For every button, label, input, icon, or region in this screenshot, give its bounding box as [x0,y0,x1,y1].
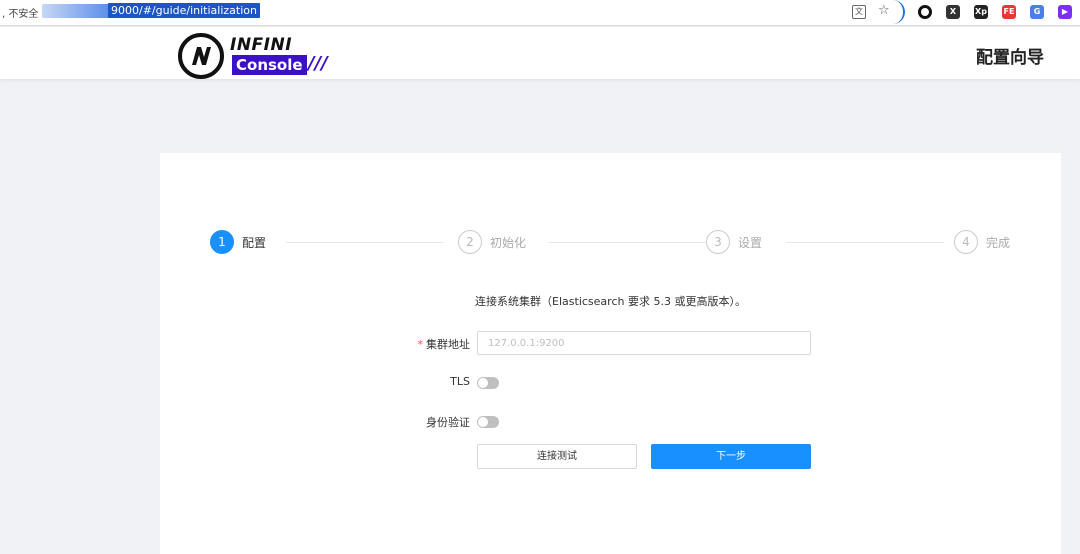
app-header: INFINI Console /// 配置向导 [0,27,1080,79]
step-number: 4 [954,230,978,254]
auth-label: 身份验证 [426,416,470,429]
connection-test-button[interactable]: 连接测试 [477,444,637,469]
step-number: 2 [458,230,482,254]
required-mark: * [417,338,424,351]
step-divider [786,242,944,243]
step-divider [548,242,706,243]
next-step-button[interactable]: 下一步 [651,444,811,469]
step-number: 1 [210,230,234,254]
step-label: 配置 [242,235,267,250]
url-host-redacted[interactable] [42,4,110,18]
form-intro: 连接系统集群（Elasticsearch 要求 5.3 或更高版本）。 [475,295,746,308]
star-icon[interactable]: ☆ [878,3,890,18]
x-extension-icon[interactable]: X [946,5,960,19]
infini-console-logo[interactable]: INFINI Console /// [178,31,338,79]
logo-infini-text: INFINI [230,35,293,55]
step-2: 2 初始化 [458,230,526,254]
xp-extension-icon[interactable]: Xp [974,5,988,19]
cluster-address-label: * 集群地址 [418,336,471,352]
translate-icon[interactable]: 文 [852,5,866,19]
logo-slashes: /// [308,53,328,74]
step-1: 1 配置 [210,230,266,254]
step-label: 完成 [986,235,1011,250]
tls-toggle[interactable] [477,377,499,389]
page-title: 配置向导 [976,48,1044,68]
address-bar[interactable]: , 不安全 9000/#/guide/initialization 文 ☆ [0,0,905,24]
play-extension-icon[interactable]: ▶ [1058,5,1072,19]
step-3: 3 设置 [706,230,762,254]
cluster-address-label-text: 集群地址 [426,338,470,351]
setup-wizard-card: 1 配置 2 初始化 3 设置 4 完成 连接系统集群（Elasticsearc… [160,153,1061,554]
step-number: 3 [706,230,730,254]
step-label: 初始化 [490,235,527,250]
logo-console-text: Console [232,55,307,75]
fe-extension-icon[interactable]: FE [1002,5,1016,19]
translate-extension-icon[interactable]: G [1030,5,1044,19]
step-label: 设置 [738,235,763,250]
auth-toggle[interactable] [477,416,499,428]
logo-n-icon [178,33,224,79]
browser-toolbar: , 不安全 9000/#/guide/initialization 文 ☆ X … [0,0,1080,26]
step-divider [286,242,444,243]
security-indicator[interactable]: , 不安全 [2,5,38,20]
cluster-address-input[interactable] [477,331,811,355]
circle-extension-icon[interactable] [918,5,932,19]
step-4: 4 完成 [954,230,1010,254]
steps-progress: 1 配置 2 初始化 3 设置 4 完成 [210,230,1012,254]
tls-label: TLS [450,375,470,388]
url-text[interactable]: 9000/#/guide/initialization [108,3,260,18]
